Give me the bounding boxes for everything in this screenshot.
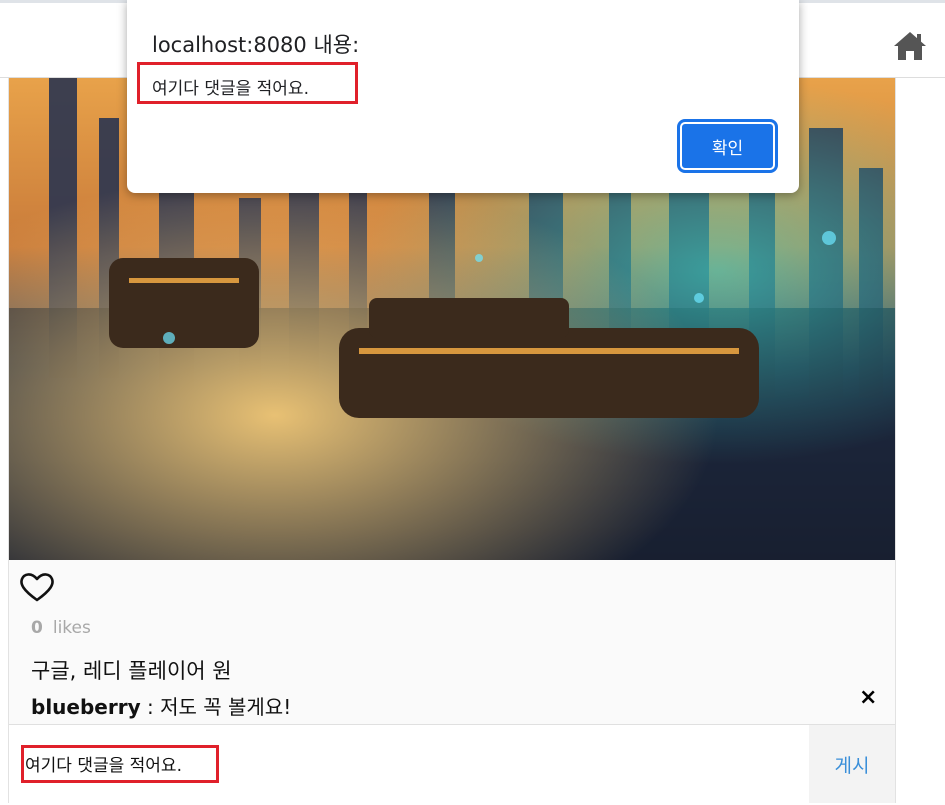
ok-button[interactable]: 확인 bbox=[680, 122, 775, 170]
likes-label: likes bbox=[52, 618, 91, 638]
alert-message: 여기다 댓글을 적어요. bbox=[152, 79, 309, 99]
post-comment-button[interactable]: 게시 bbox=[809, 725, 895, 803]
likes-count: 0 bbox=[31, 618, 43, 638]
comment-input[interactable] bbox=[21, 745, 809, 781]
comment-separator: : bbox=[140, 695, 161, 719]
heart-icon[interactable] bbox=[19, 571, 55, 603]
comment-item: blueberry : 저도 꼭 볼게요! bbox=[31, 691, 291, 720]
alert-dialog: localhost:8080 내용: 여기다 댓글을 적어요. 확인 bbox=[127, 0, 799, 193]
likes-line: 0 likes bbox=[31, 618, 91, 638]
home-icon[interactable] bbox=[892, 29, 928, 63]
comment-text: 저도 꼭 볼게요! bbox=[160, 695, 292, 719]
post-caption: 구글, 레디 플레이어 원 bbox=[31, 659, 232, 683]
comment-username: blueberry bbox=[31, 695, 141, 719]
alert-title: localhost:8080 내용: bbox=[152, 33, 360, 57]
delete-comment-icon[interactable]: × bbox=[859, 685, 877, 711]
comment-form: 게시 bbox=[9, 724, 895, 803]
